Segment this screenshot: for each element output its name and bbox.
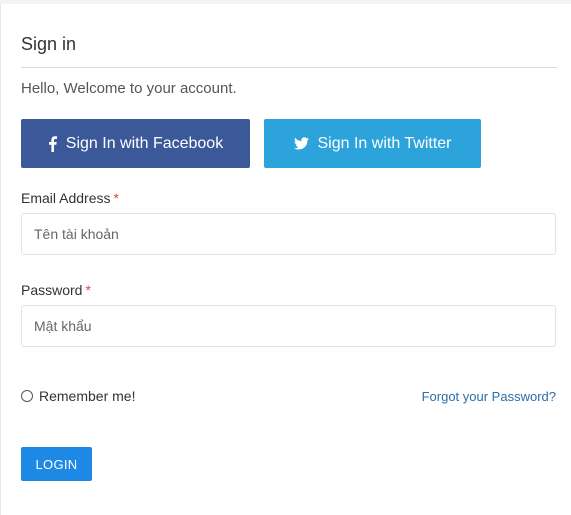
- login-button[interactable]: LOGIN: [21, 447, 92, 481]
- required-marker: *: [113, 190, 119, 206]
- remember-me-label: Remember me!: [39, 388, 136, 404]
- password-field[interactable]: [21, 305, 556, 347]
- page-title: Sign in: [21, 34, 77, 54]
- email-label: Email Address *: [21, 190, 119, 206]
- facebook-signin-button[interactable]: Sign In with Facebook: [21, 119, 250, 168]
- twitter-signin-label: Sign In with Twitter: [317, 134, 452, 152]
- twitter-icon: [293, 137, 309, 150]
- password-label-text: Password: [21, 282, 83, 298]
- twitter-signin-button[interactable]: Sign In with Twitter: [264, 119, 481, 168]
- password-label: Password *: [21, 282, 91, 298]
- forgot-password-link[interactable]: Forgot your Password?: [422, 389, 556, 404]
- required-marker: *: [85, 282, 91, 298]
- email-label-text: Email Address: [21, 190, 111, 206]
- welcome-text: Hello, Welcome to your account.: [21, 80, 237, 97]
- signin-panel: Sign in Hello, Welcome to your account. …: [0, 4, 571, 515]
- title-divider: [21, 67, 557, 68]
- email-field[interactable]: [21, 213, 556, 255]
- remember-me-option[interactable]: Remember me!: [21, 388, 135, 404]
- remember-me-radio[interactable]: [21, 390, 33, 402]
- facebook-signin-label: Sign In with Facebook: [65, 134, 224, 152]
- facebook-icon: [48, 135, 57, 152]
